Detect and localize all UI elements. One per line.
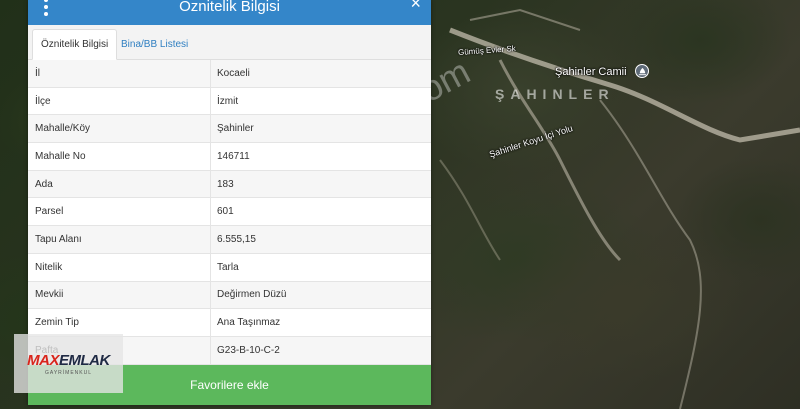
panel-title: Öznitelik Bilgisi bbox=[179, 0, 280, 15]
row-value: Tarla bbox=[210, 253, 431, 281]
tab-attributes[interactable]: Öznitelik Bilgisi bbox=[32, 29, 118, 60]
table-row: Nitelik Tarla bbox=[28, 253, 431, 282]
row-key: Mahalle No bbox=[35, 150, 86, 162]
village-label: ŞAHINLER bbox=[495, 86, 615, 102]
row-value: 6.555,15 bbox=[210, 226, 431, 253]
row-value: Ana Taşınmaz bbox=[210, 309, 431, 336]
row-key: Tapu Alanı bbox=[35, 233, 82, 245]
row-value: 601 bbox=[210, 198, 431, 226]
row-key: Parsel bbox=[35, 206, 64, 218]
table-row: İlçe İzmit bbox=[28, 87, 431, 116]
row-value: 146711 bbox=[210, 143, 431, 170]
row-key: Mevkii bbox=[35, 289, 64, 301]
row-value: Şahinler bbox=[210, 115, 431, 143]
table-row: Tapu Alanı 6.555,15 bbox=[28, 226, 431, 254]
row-value: 183 bbox=[210, 170, 431, 198]
row-key: Zemin Tip bbox=[35, 317, 79, 329]
logo-subtitle: GAYRİMENKUL bbox=[44, 369, 93, 376]
attribute-table: İl Kocaeli İlçe İzmit Mahalle/Köy Şahinler … bbox=[28, 60, 431, 365]
row-key: Mahalle/Köy bbox=[35, 123, 91, 135]
table-row: Mevkii Değirmen Düzü bbox=[28, 281, 431, 310]
logo-part-a: MAX bbox=[27, 351, 59, 369]
table-row: Parsel 601 bbox=[28, 198, 431, 227]
panel-header: Öznitelik Bilgisi × bbox=[28, 0, 431, 25]
logo-text: MAXEMLAK bbox=[27, 352, 110, 369]
panel-tabs: Öznitelik Bilgisi Bina/BB Listesi bbox=[28, 25, 431, 60]
table-row: Mahalle No 146711 bbox=[28, 143, 431, 171]
close-icon[interactable]: × bbox=[410, 0, 421, 12]
table-row: Zemin Tip Ana Taşınmaz bbox=[28, 309, 431, 337]
table-row: Ada 183 bbox=[28, 170, 431, 199]
tab-building-list[interactable]: Bina/BB Listesi bbox=[113, 29, 196, 60]
mosque-label: Şahinler Camii bbox=[555, 66, 627, 78]
row-value: Kocaeli bbox=[210, 60, 431, 87]
row-key: Nitelik bbox=[35, 261, 63, 273]
menu-icon[interactable] bbox=[42, 0, 50, 16]
row-value: Değirmen Düzü bbox=[210, 281, 431, 309]
row-key: Ada bbox=[35, 178, 53, 190]
table-row: İl Kocaeli bbox=[28, 60, 431, 88]
brand-logo: MAXEMLAK GAYRİMENKUL bbox=[14, 334, 123, 393]
row-key: İlçe bbox=[35, 95, 51, 107]
mosque-poi-icon[interactable] bbox=[635, 64, 649, 78]
row-value: İzmit bbox=[210, 87, 431, 115]
table-row: Mahalle/Köy Şahinler bbox=[28, 115, 431, 144]
row-value: G23-B-10-C-2 bbox=[210, 336, 431, 364]
row-key: İl bbox=[35, 67, 40, 79]
logo-part-b: EMLAK bbox=[59, 351, 110, 369]
